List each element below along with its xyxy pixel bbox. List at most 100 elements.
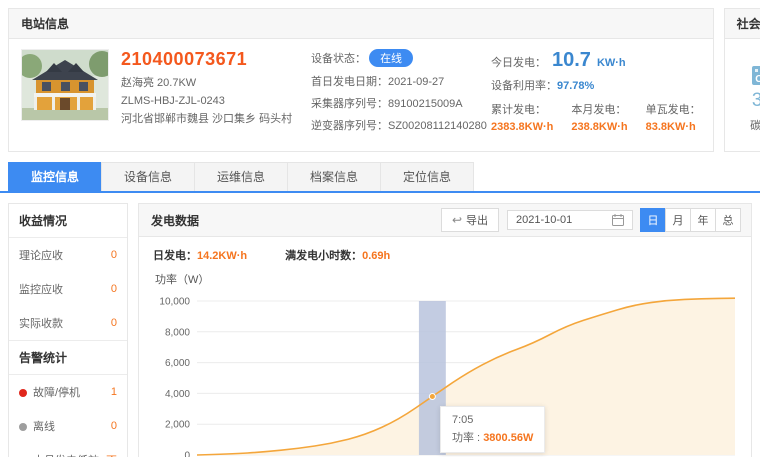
house-image: [22, 50, 108, 120]
month-gen-value: 238.8KW·h: [571, 121, 627, 133]
chart-header: 发电数据 ↩ 导出 2021-10-01: [139, 204, 751, 237]
station-panel-title: 电站信息: [9, 9, 713, 39]
export-button-label: 导出: [466, 212, 488, 228]
month-gen-stat: 本月发电： 238.8KW·h: [571, 101, 627, 133]
top-row: 电站信息: [0, 0, 760, 152]
range-day-button[interactable]: 日: [640, 208, 666, 232]
alarm-row-value: 0: [111, 420, 117, 432]
export-arrow-icon: ↩: [452, 214, 462, 226]
info-tabs-bar: 监控信息 设备信息 运维信息 档案信息 定位信息: [0, 162, 760, 193]
day-gen-label: 日发电：: [153, 250, 197, 262]
today-gen-value: 10.7: [552, 49, 591, 72]
revenue-row-label: 实际收款: [19, 315, 63, 331]
calendar-icon: [612, 214, 624, 226]
alarm-row-fault: 故障/停机 1: [9, 375, 127, 409]
revenue-row-value: 0: [111, 317, 117, 329]
range-month-button[interactable]: 月: [665, 208, 691, 232]
per-watt-gen-stat: 单瓦发电： 83.8KW·h: [646, 101, 701, 133]
sidebar-panel: 收益情况 理论应收 0 监控应收 0 实际收款 0 告警统计 故障/停机 1: [8, 203, 128, 457]
today-gen-label: 今日发电：: [491, 54, 546, 70]
offline-dot-icon: [19, 423, 27, 431]
content-row: 收益情况 理论应收 0 监控应收 0 实际收款 0 告警统计 故障/停机 1: [0, 193, 760, 457]
today-gen-unit: KW·h: [597, 57, 626, 69]
utilization-label: 设备利用率：: [491, 80, 557, 92]
alarm-section-title: 告警统计: [9, 341, 127, 374]
range-year-button[interactable]: 年: [690, 208, 716, 232]
station-generation-stats: 今日发电： 10.7 KW·h 设备利用率：97.78% 累计发电： 2383.…: [491, 49, 701, 139]
svg-text:10,000: 10,000: [159, 297, 190, 308]
carbon-reduction-value-line: 30 t: [739, 90, 760, 112]
alarm-row-label: 故障/停机: [33, 387, 80, 399]
tab-location-info[interactable]: 定位信息: [380, 162, 474, 191]
utilization-value: 97.78%: [557, 80, 594, 92]
revenue-row-value: 0: [111, 283, 117, 295]
station-address: 河北省邯郸市魏县 沙口集乡 码头村: [121, 110, 299, 128]
alarm-row-value: 否: [106, 452, 117, 457]
first-gen-label: 首日发电日期：: [311, 76, 388, 88]
chart-panel-title: 发电数据: [151, 212, 199, 229]
social-contribution-panel: 社会贡献 CO₂ 30 t 碳减排: [724, 8, 760, 152]
full-hours-label: 满发电小时数：: [285, 250, 362, 262]
co2-factory-icon: CO₂: [750, 55, 760, 87]
svg-text:0: 0: [184, 451, 190, 457]
tab-monitoring-info[interactable]: 监控信息: [8, 162, 102, 191]
alarm-row-low-efficiency: 本月发电低效 否: [9, 443, 127, 457]
day-gen-value: 14.2KW·h: [197, 250, 247, 262]
collector-sn: 89100215009A: [388, 98, 463, 110]
tooltip-time: 7:05: [452, 412, 533, 430]
alarm-row-label: 离线: [33, 421, 55, 433]
tooltip-value: 3800.56W: [483, 432, 533, 444]
station-body: 210400073671 赵海亮 20.7KW ZLMS-HBJ-ZJL-024…: [9, 39, 713, 151]
inverter-sn: SZ00208112140280: [388, 120, 487, 132]
tab-archive-info[interactable]: 档案信息: [287, 162, 381, 191]
tooltip-series-label: 功率 :: [452, 432, 480, 444]
carbon-reduction-label: 碳减排: [739, 117, 760, 133]
fault-dot-icon: [19, 389, 27, 397]
station-info-panel: 电站信息: [8, 8, 714, 152]
station-identity: 210400073671 赵海亮 20.7KW ZLMS-HBJ-ZJL-024…: [121, 49, 299, 139]
inverter-label: 逆变器序列号：: [311, 120, 388, 132]
station-owner-capacity: 赵海亮 20.7KW: [121, 74, 299, 92]
alarm-row-value: 1: [111, 386, 117, 398]
range-segmented-control: 日 月 年 总: [641, 208, 741, 232]
revenue-row-label: 理论应收: [19, 247, 63, 263]
station-photo: [21, 49, 109, 121]
full-hours-value: 0.69h: [362, 250, 390, 262]
chart-body: 日发电：14.2KW·h满发电小时数：0.69h 功率（W） 02,0004,0…: [139, 237, 751, 457]
total-gen-stat: 累计发电： 2383.8KW·h: [491, 101, 553, 133]
y-axis-title: 功率（W）: [155, 271, 739, 287]
device-status-label: 设备状态：: [311, 53, 366, 65]
social-panel-title: 社会贡献: [725, 9, 760, 39]
chart-summary-line: 日发电：14.2KW·h 满发电小时数：0.69h: [153, 247, 739, 263]
date-picker[interactable]: 2021-10-01: [507, 210, 633, 230]
station-device-info: 设备状态： 在线 首日发电日期：2021-09-27 采集器序列号：891002…: [311, 49, 479, 139]
svg-text:4,000: 4,000: [165, 389, 190, 400]
revenue-row-theoretical: 理论应收 0: [9, 238, 127, 272]
alarm-row-offline: 离线 0: [9, 409, 127, 443]
carbon-reduction-value: 30: [752, 90, 760, 111]
svg-text:8,000: 8,000: [165, 327, 190, 338]
power-chart[interactable]: 02,0004,0006,0008,00010,00006:3506:4006:…: [151, 289, 739, 457]
export-button[interactable]: ↩ 导出: [441, 208, 499, 232]
revenue-row-value: 0: [111, 249, 117, 261]
collector-label: 采集器序列号：: [311, 98, 388, 110]
total-gen-value: 2383.8KW·h: [491, 121, 553, 133]
station-id: 210400073671: [121, 49, 299, 70]
month-gen-label: 本月发电：: [571, 101, 627, 117]
per-watt-gen-value: 83.8KW·h: [646, 121, 701, 133]
per-watt-gen-label: 单瓦发电：: [646, 101, 701, 117]
station-code: ZLMS-HBJ-ZJL-0243: [121, 92, 299, 110]
svg-text:6,000: 6,000: [165, 358, 190, 369]
revenue-section-title: 收益情况: [9, 204, 127, 237]
range-total-button[interactable]: 总: [715, 208, 741, 232]
revenue-row-actual: 实际收款 0: [9, 306, 127, 340]
carbon-reduction-item: CO₂ 30 t 碳减排: [739, 51, 760, 133]
status-badge: 在线: [369, 49, 413, 67]
tab-operation-info[interactable]: 运维信息: [194, 162, 288, 191]
tab-device-info[interactable]: 设备信息: [101, 162, 195, 191]
generation-data-panel: 发电数据 ↩ 导出 2021-10-01: [138, 203, 752, 457]
revenue-row-monitored: 监控应收 0: [9, 272, 127, 306]
date-picker-value: 2021-10-01: [516, 214, 612, 226]
first-gen-date: 2021-09-27: [388, 76, 444, 88]
chart-tooltip: 7:05 功率 : 3800.56W: [440, 406, 545, 453]
